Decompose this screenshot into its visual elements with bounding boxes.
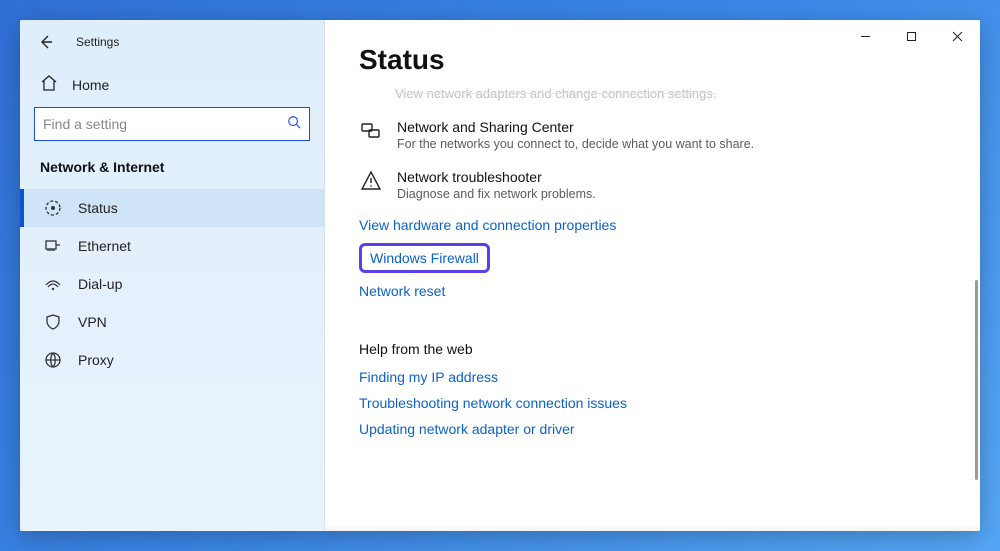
back-arrow-icon[interactable] — [36, 32, 56, 52]
main-pane: Status View network adapters and change … — [325, 20, 980, 531]
dialup-icon — [44, 275, 62, 293]
home-icon — [40, 74, 58, 95]
scrolled-off-text: View network adapters and change connect… — [359, 86, 940, 101]
settings-window: Settings Home Netwo — [20, 20, 980, 531]
scrollbar[interactable] — [975, 280, 978, 480]
sidebar-item-label: Proxy — [78, 352, 114, 368]
proxy-icon — [44, 351, 62, 369]
sidebar-item-label: Dial-up — [78, 276, 122, 292]
sidebar-item-status[interactable]: Status — [20, 189, 324, 227]
sidebar-item-home[interactable]: Home — [20, 64, 324, 103]
ethernet-icon — [44, 237, 62, 255]
help-link-driver[interactable]: Updating network adapter or driver — [359, 421, 575, 437]
option-text: Network and Sharing Center For the netwo… — [397, 119, 754, 151]
maximize-button[interactable] — [888, 20, 934, 52]
option-title: Network troubleshooter — [397, 169, 596, 185]
sidebar-item-dialup[interactable]: Dial-up — [20, 265, 324, 303]
window-title: Settings — [76, 35, 119, 49]
option-text: Network troubleshooter Diagnose and fix … — [397, 169, 596, 201]
option-title: Network and Sharing Center — [397, 119, 754, 135]
sidebar-item-label: Ethernet — [78, 238, 131, 254]
sidebar-nav: Status Ethernet — [20, 189, 324, 379]
help-link-trouble[interactable]: Troubleshooting network connection issue… — [359, 395, 627, 411]
sidebar-item-vpn[interactable]: VPN — [20, 303, 324, 341]
sidebar-item-ethernet[interactable]: Ethernet — [20, 227, 324, 265]
vpn-icon — [44, 313, 62, 331]
option-desc: Diagnose and fix network problems. — [397, 187, 596, 201]
help-links: Finding my IP address Troubleshooting ne… — [359, 369, 940, 437]
titlebar-left: Settings — [20, 20, 324, 64]
search-wrap — [20, 103, 324, 151]
help-link-ip[interactable]: Finding my IP address — [359, 369, 498, 385]
sidebar-item-proxy[interactable]: Proxy — [20, 341, 324, 379]
bottom-fade — [325, 525, 980, 531]
sidebar-item-label: Home — [72, 77, 109, 93]
option-desc: For the networks you connect to, decide … — [397, 137, 754, 151]
sidebar-category: Network & Internet — [20, 151, 324, 189]
minimize-button[interactable] — [842, 20, 888, 52]
sidebar-item-label: VPN — [78, 314, 107, 330]
search-input[interactable] — [43, 116, 287, 132]
link-hardware-properties[interactable]: View hardware and connection properties — [359, 217, 616, 233]
sidebar-item-label: Status — [78, 200, 118, 216]
close-button[interactable] — [934, 20, 980, 52]
sidebar: Settings Home Netwo — [20, 20, 325, 531]
search-icon — [287, 115, 301, 134]
search-field[interactable] — [34, 107, 310, 141]
option-sharing-center[interactable]: Network and Sharing Center For the netwo… — [359, 119, 940, 151]
troubleshoot-icon — [359, 169, 383, 193]
link-windows-firewall[interactable]: Windows Firewall — [359, 243, 490, 273]
window-controls — [842, 20, 980, 60]
status-links: View hardware and connection properties … — [359, 217, 940, 299]
sharing-icon — [359, 119, 383, 143]
status-icon — [44, 199, 62, 217]
link-network-reset[interactable]: Network reset — [359, 283, 445, 299]
option-troubleshooter[interactable]: Network troubleshooter Diagnose and fix … — [359, 169, 940, 201]
help-section-title: Help from the web — [359, 341, 940, 357]
